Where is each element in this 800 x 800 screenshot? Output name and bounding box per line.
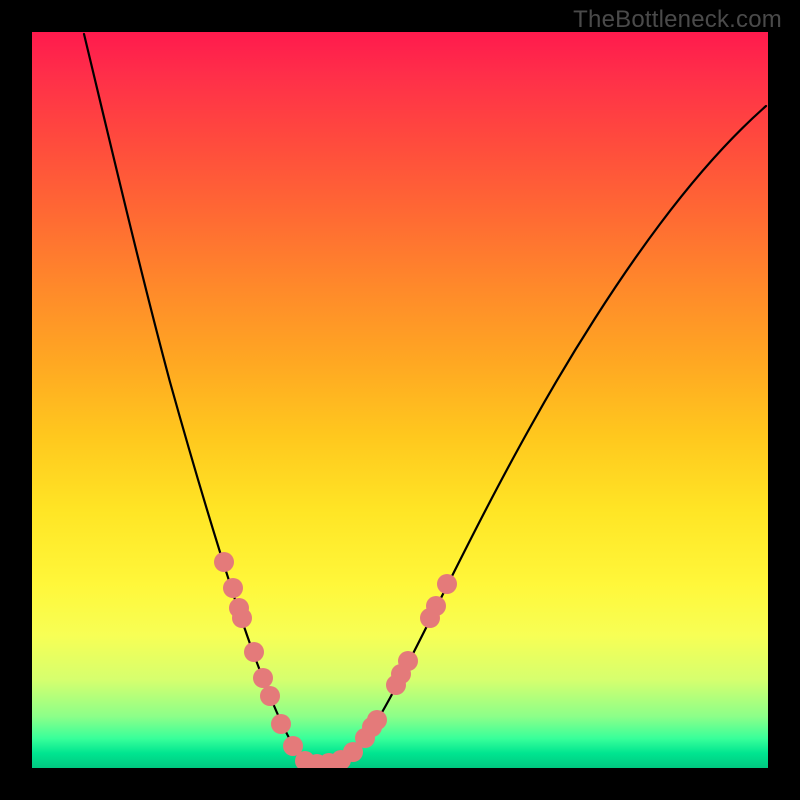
watermark-label: TheBottleneck.com xyxy=(573,6,782,34)
bottleneck-curve xyxy=(84,34,766,764)
dot-left-0 xyxy=(214,552,234,572)
dot-left-5 xyxy=(253,668,273,688)
dot-left-7 xyxy=(271,714,291,734)
dot-right-6 xyxy=(398,651,418,671)
dot-right-8 xyxy=(426,596,446,616)
dot-left-4 xyxy=(244,642,264,662)
dot-left-3 xyxy=(232,608,252,628)
dot-right-9 xyxy=(437,574,457,594)
dot-right-3 xyxy=(367,710,387,730)
chart-svg xyxy=(32,32,768,768)
dot-left-6 xyxy=(260,686,280,706)
dot-left-1 xyxy=(223,578,243,598)
chart-frame: TheBottleneck.com xyxy=(0,0,800,800)
plot-gradient-background xyxy=(32,32,768,768)
